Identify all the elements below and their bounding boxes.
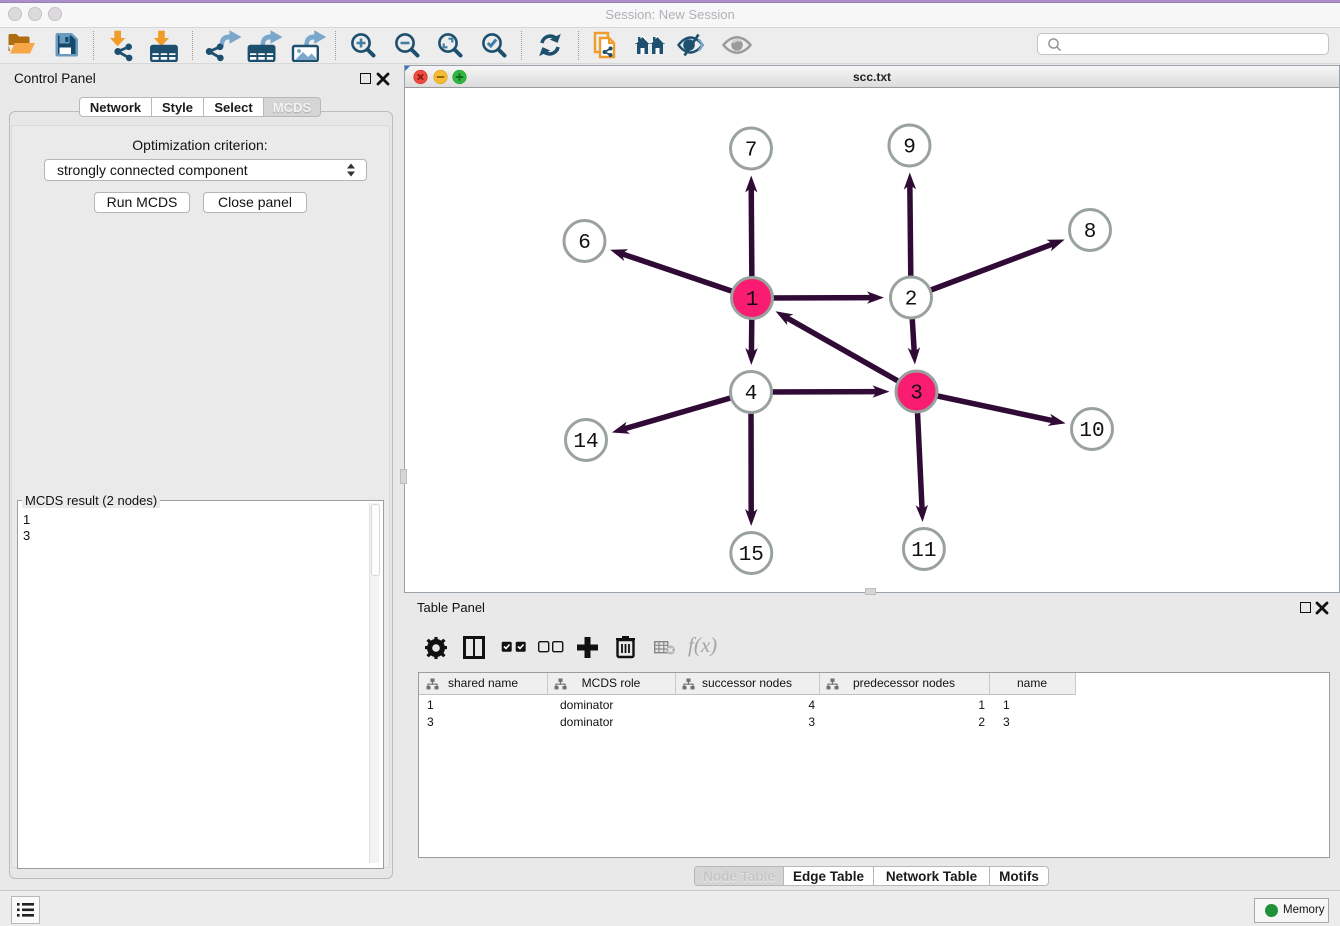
svg-text:9: 9 <box>903 137 916 160</box>
svg-text:1: 1 <box>746 289 759 312</box>
svg-text:3: 3 <box>910 383 923 406</box>
svg-text:8: 8 <box>1084 221 1097 244</box>
svg-text:6: 6 <box>578 232 591 255</box>
svg-text:10: 10 <box>1079 420 1104 443</box>
svg-text:15: 15 <box>739 544 764 567</box>
svg-text:7: 7 <box>745 140 758 163</box>
svg-text:11: 11 <box>911 540 936 563</box>
svg-text:4: 4 <box>745 383 758 406</box>
svg-text:2: 2 <box>905 289 918 312</box>
svg-text:14: 14 <box>573 431 598 454</box>
